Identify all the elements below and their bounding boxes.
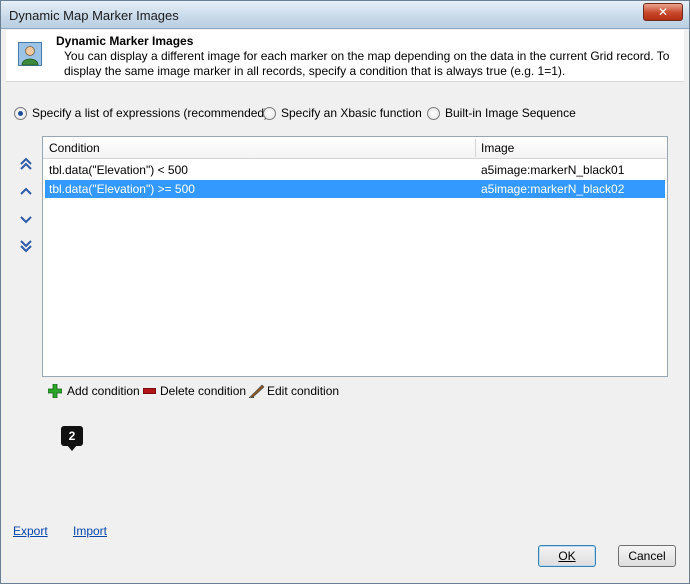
cell-image: a5image:markerN_black01 — [481, 163, 625, 177]
table-row[interactable]: tbl.data("Elevation") < 500 a5image:mark… — [45, 161, 665, 179]
close-button[interactable]: ✕ — [643, 3, 683, 21]
radio-label: Specify a list of expressions (recommend… — [32, 106, 269, 120]
delete-condition-label: Delete condition — [160, 384, 247, 398]
edit-condition-button[interactable]: Edit condition — [249, 384, 339, 398]
radio-button[interactable] — [14, 106, 27, 120]
pencil-icon — [249, 384, 265, 398]
move-top-icon[interactable] — [18, 156, 34, 172]
move-up-icon[interactable] — [18, 183, 34, 199]
edit-condition-label: Edit condition — [267, 384, 340, 398]
import-link[interactable]: Import — [73, 524, 107, 538]
close-icon: ✕ — [657, 5, 669, 19]
ok-button[interactable]: OK — [538, 545, 596, 567]
radio-xbasic[interactable]: Specify an Xbasic function — [263, 106, 422, 120]
radio-label: Built-in Image Sequence — [445, 106, 576, 120]
move-bottom-icon[interactable] — [18, 238, 34, 254]
title-bar[interactable]: Dynamic Map Marker Images ✕ — [1, 1, 689, 29]
cancel-button[interactable]: Cancel — [618, 545, 676, 567]
ok-label: OK — [558, 549, 576, 563]
grid-header: Condition Image — [43, 137, 667, 159]
plus-icon — [48, 384, 62, 398]
dialog-window: Dynamic Map Marker Images ✕ Dynamic Mark… — [0, 0, 690, 584]
column-header-condition[interactable]: Condition — [49, 141, 100, 155]
radio-sequence[interactable]: Built-in Image Sequence — [427, 106, 576, 120]
radio-button[interactable] — [427, 106, 440, 120]
user-avatar-icon — [18, 42, 42, 66]
radio-expressions[interactable]: Specify a list of expressions (recommend… — [14, 106, 268, 120]
column-header-image[interactable]: Image — [481, 141, 514, 155]
cancel-label: Cancel — [628, 549, 666, 563]
header-panel: Dynamic Marker Images You can display a … — [6, 30, 684, 82]
header-description: You can display a different image for ea… — [64, 49, 670, 78]
move-down-icon[interactable] — [18, 211, 34, 227]
cell-condition: tbl.data("Elevation") < 500 — [49, 163, 188, 177]
radio-button[interactable] — [263, 106, 276, 120]
add-condition-label: Add condition — [67, 384, 140, 398]
minus-icon — [143, 388, 156, 394]
header-title: Dynamic Marker Images — [56, 34, 194, 48]
table-row-selected[interactable]: tbl.data("Elevation") >= 500 a5image:mar… — [45, 180, 665, 198]
column-separator[interactable] — [475, 139, 476, 157]
step-badge: 2 — [61, 426, 83, 451]
conditions-grid[interactable]: Condition Image tbl.data("Elevation") < … — [42, 136, 668, 377]
export-link[interactable]: Export — [13, 524, 48, 538]
delete-condition-button[interactable]: Delete condition — [143, 384, 246, 398]
dialog-content: Dynamic Marker Images You can display a … — [6, 30, 684, 579]
radio-label: Specify an Xbasic function — [281, 106, 422, 120]
window-title: Dynamic Map Marker Images — [9, 8, 179, 23]
add-condition-button[interactable]: Add condition — [48, 384, 140, 398]
cell-image: a5image:markerN_black02 — [481, 182, 625, 196]
cell-condition: tbl.data("Elevation") >= 500 — [49, 182, 195, 196]
